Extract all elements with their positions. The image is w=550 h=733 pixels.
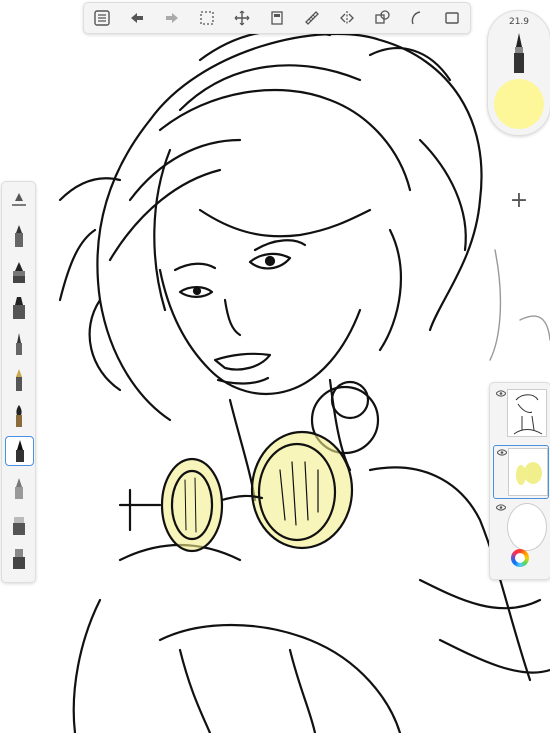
drawing-canvas[interactable] bbox=[0, 0, 550, 733]
redo-icon[interactable] bbox=[154, 3, 189, 33]
eye-icon[interactable] bbox=[496, 390, 506, 397]
current-brush-icon bbox=[514, 33, 524, 73]
transform-icon[interactable] bbox=[224, 3, 259, 33]
add-layer-label: + bbox=[509, 187, 529, 213]
layer-thumbnail bbox=[508, 448, 548, 496]
color-wheel-icon[interactable] bbox=[511, 549, 529, 567]
brush-size-label: 21.9 bbox=[508, 17, 530, 27]
layer-thumbnail bbox=[507, 503, 547, 551]
layer-sketch[interactable] bbox=[493, 387, 547, 439]
layer-copy-icon[interactable] bbox=[259, 3, 294, 33]
marker-icon[interactable] bbox=[5, 294, 32, 322]
undo-icon[interactable] bbox=[119, 3, 154, 33]
fineliner-icon[interactable] bbox=[5, 436, 34, 466]
eraser-icon[interactable] bbox=[5, 510, 32, 538]
current-color-swatch[interactable] bbox=[494, 79, 544, 129]
brush-library-panel bbox=[1, 181, 36, 583]
pencil-icon[interactable] bbox=[5, 222, 32, 250]
eye-icon[interactable] bbox=[497, 449, 507, 456]
symmetry-icon[interactable] bbox=[330, 3, 365, 33]
ruler-icon[interactable] bbox=[295, 3, 330, 33]
smudge-icon[interactable] bbox=[5, 544, 32, 572]
brush-size-slider-icon[interactable] bbox=[5, 188, 32, 216]
layer-highlight[interactable] bbox=[493, 445, 549, 499]
airbrush-icon[interactable] bbox=[5, 474, 32, 502]
shapes-icon[interactable] bbox=[365, 3, 400, 33]
selection-icon[interactable] bbox=[189, 3, 224, 33]
gallery-list-icon[interactable] bbox=[84, 3, 119, 33]
fountain-pen-icon[interactable] bbox=[5, 366, 32, 394]
top-toolbar bbox=[83, 2, 471, 34]
ink-pen-icon[interactable] bbox=[5, 258, 32, 286]
layers-panel bbox=[489, 382, 550, 580]
curve-icon[interactable] bbox=[400, 3, 435, 33]
layer-background[interactable] bbox=[493, 501, 547, 553]
add-layer-button[interactable]: + bbox=[489, 181, 549, 219]
ballpoint-icon[interactable] bbox=[5, 330, 32, 358]
fullscreen-icon[interactable] bbox=[435, 3, 470, 33]
paintbrush-icon[interactable] bbox=[5, 402, 32, 430]
eye-icon[interactable] bbox=[496, 504, 506, 511]
brush-puck[interactable]: 21.9 bbox=[487, 10, 550, 136]
layer-thumbnail bbox=[507, 389, 547, 437]
